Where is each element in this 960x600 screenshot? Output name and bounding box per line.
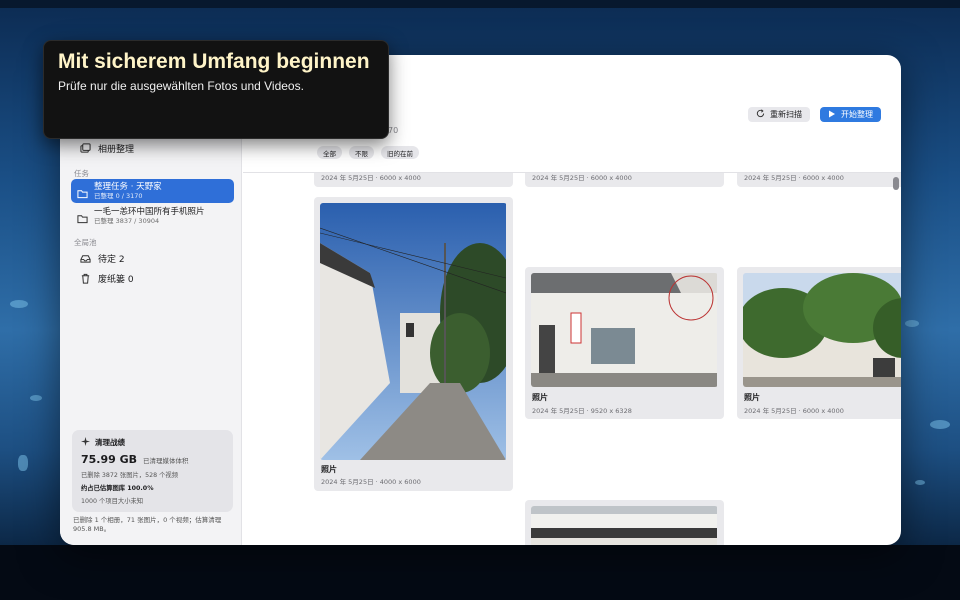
photo-thumbnail	[743, 273, 901, 387]
photo-card[interactable]: 2024 年 5月25日 · 6000 x 4000	[525, 173, 724, 187]
coach-title: Mit sicherem Umfang beginnen	[58, 50, 370, 73]
photo-title: 照片	[321, 465, 337, 474]
task-title: 整理任务 · 天野家	[94, 182, 162, 192]
coach-body: Prüfe nur die ausgewählten Fotos und Vid…	[58, 79, 304, 93]
sparkles-icon	[81, 437, 90, 448]
start-label: 开始整理	[841, 110, 873, 119]
cleanup-stats-card: 清理战绩 75.99 GB 已清理媒体体积 已删除 3872 张图片，528 个…	[72, 430, 233, 512]
task-title: 一毛一恙环中国所有手机照片	[94, 207, 205, 217]
folder-icon	[77, 184, 88, 199]
photo-card[interactable]: 照片 2024 年 5月25日 · 9520 x 6328	[525, 267, 724, 419]
task-progress: 已整理 3837 / 30904	[94, 217, 160, 225]
filter-chip-unlimited[interactable]: 不限	[349, 146, 374, 159]
task-progress: 已整理 0 / 3170	[94, 192, 143, 200]
rescan-label: 重新扫描	[770, 110, 802, 119]
sidebar-footer-summary: 已删除 1 个相册，71 张图片，0 个视频；估算清理 905.8 MB。	[73, 516, 222, 533]
tasks-section-label: 任务	[74, 169, 89, 178]
stats-amount-label: 已清理媒体体积	[143, 457, 189, 465]
sidebar-item-album-cleanup[interactable]: 相册整理	[72, 137, 233, 159]
sidebar-item-pending[interactable]: 待定 2	[72, 247, 233, 269]
photo-meta: 2024 年 5月25日 · 4000 x 6000	[321, 478, 421, 486]
filter-chip-oldest-first[interactable]: 旧的在前	[381, 146, 419, 159]
photo-meta: 2024 年 5月25日 · 6000 x 4000	[321, 174, 421, 182]
tray-icon	[79, 252, 91, 264]
photo-meta: 2024 年 5月25日 · 9520 x 6328	[532, 407, 632, 415]
album-stack-icon	[79, 142, 91, 154]
refresh-icon	[756, 109, 765, 120]
stats-deleted: 已删除 3872 张图片，528 个视频	[81, 472, 179, 479]
photo-meta: 2024 年 5月25日 · 6000 x 4000	[744, 174, 844, 182]
stats-estimate: 约占已估算图库 100.0%	[81, 485, 154, 492]
stats-title: 清理战绩	[95, 438, 125, 447]
sidebar-item-trash[interactable]: 废纸篓 0	[72, 267, 233, 289]
sidebar-item-label: 废纸篓 0	[98, 274, 134, 285]
grid-scrollbar[interactable]	[893, 177, 899, 190]
rescan-button[interactable]: 重新扫描	[748, 107, 810, 122]
start-organizing-button[interactable]: 开始整理	[820, 107, 881, 122]
filter-chip-all[interactable]: 全部	[317, 146, 342, 159]
photo-card[interactable]: 2024 年 5月25日 · 6000 x 4000	[737, 173, 901, 187]
sidebar-item-label: 待定 2	[98, 254, 125, 265]
task-item-1[interactable]: 一毛一恙环中国所有手机照片 已整理 3837 / 30904	[71, 204, 234, 228]
task-item-0[interactable]: 整理任务 · 天野家 已整理 0 / 3170	[71, 179, 234, 203]
photo-meta: 2024 年 5月25日 · 6000 x 4000	[744, 407, 844, 415]
sidebar-item-label: 相册整理	[98, 144, 135, 155]
photo-thumbnail	[320, 203, 507, 460]
photo-thumbnail	[531, 506, 718, 545]
play-icon	[828, 110, 836, 120]
photo-grid: 2024 年 5月25日 · 6000 x 4000 2024 年 5月25日 …	[243, 173, 901, 545]
stats-amount: 75.99 GB	[81, 453, 138, 466]
photo-title: 照片	[744, 393, 760, 402]
photo-thumbnail	[531, 273, 718, 387]
onboarding-coach-mark: Mit sicherem Umfang beginnen Prüfe nur d…	[43, 40, 389, 139]
photo-card[interactable]	[525, 500, 724, 545]
task-subtitle-fragment: 70	[388, 126, 399, 135]
trash-icon	[79, 272, 91, 284]
photo-card[interactable]: 照片 2024 年 5月25日 · 4000 x 6000	[314, 197, 513, 491]
photo-card[interactable]: 照片 2024 年 5月25日 · 6000 x 4000	[737, 267, 901, 419]
photo-meta: 2024 年 5月25日 · 6000 x 4000	[532, 174, 632, 182]
photo-card[interactable]: 2024 年 5月25日 · 6000 x 4000	[314, 173, 513, 187]
stats-unknown: 1000 个项目大小未知	[81, 498, 144, 505]
folder-icon	[77, 209, 88, 224]
photo-title: 照片	[532, 393, 548, 402]
